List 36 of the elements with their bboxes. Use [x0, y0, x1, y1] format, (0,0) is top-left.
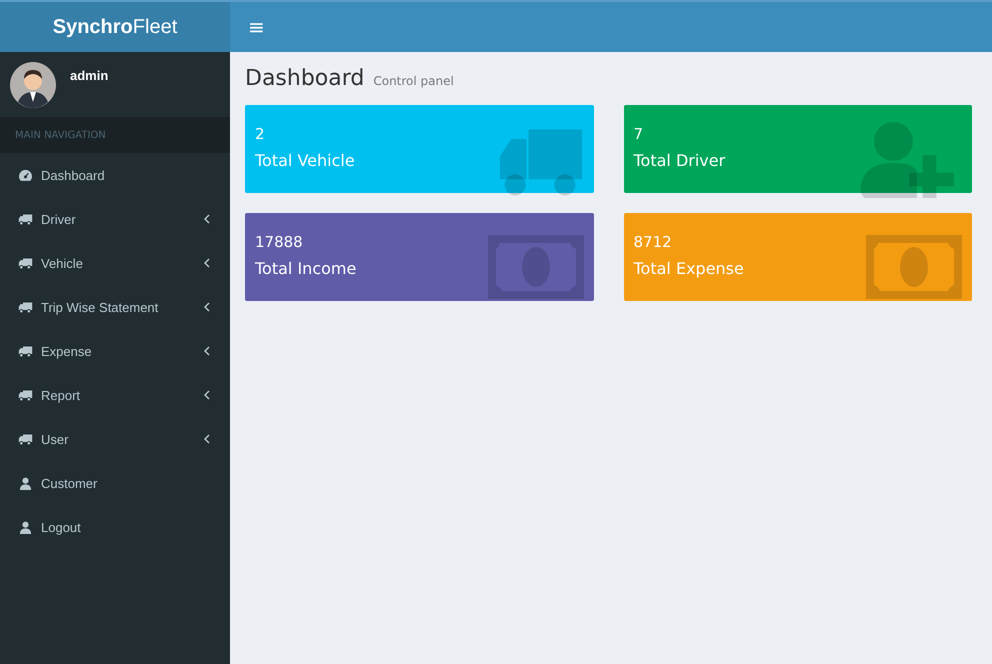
truck-icon: [18, 344, 33, 358]
truck-icon: [18, 256, 33, 270]
stat-label: Total Driver: [634, 151, 726, 170]
nav-item[interactable]: Report: [0, 373, 230, 417]
nav-item[interactable]: Vehicle: [0, 241, 230, 285]
truck-icon: [18, 300, 33, 314]
app-logo[interactable]: SynchroFleet: [0, 2, 230, 52]
truck-icon: [18, 432, 33, 446]
truck-icon: [18, 212, 33, 226]
page-subtitle: Control panel: [373, 74, 454, 88]
menu-button[interactable]: ≡: [240, 17, 273, 37]
user-icon: [18, 520, 33, 534]
truck-icon: [498, 127, 584, 197]
gauge-icon: [18, 168, 33, 182]
nav-item[interactable]: Logout: [0, 505, 230, 549]
page-title: Dashboard: [245, 66, 364, 91]
stat-value: 7: [634, 125, 644, 143]
nav-item[interactable]: Dashboard: [0, 153, 230, 197]
stat-label: Total Income: [255, 259, 358, 278]
stat-label: Total Vehicle: [255, 151, 356, 170]
stat-value: 8712: [634, 233, 673, 251]
nav-item[interactable]: User: [0, 417, 230, 461]
banknote-icon: [488, 235, 584, 299]
truck-icon: [18, 388, 33, 402]
avatar-icon: [10, 62, 56, 108]
nav-item[interactable]: Driver: [0, 197, 230, 241]
nav-item[interactable]: Customer: [0, 461, 230, 505]
stat-value: 17888: [255, 233, 304, 251]
nav-header: MAIN NAVIGATION: [15, 130, 106, 141]
nav-item[interactable]: Trip Wise Statement: [0, 285, 230, 329]
stat-label: Total Expense: [634, 259, 745, 278]
stat-value: 2: [255, 125, 266, 143]
user-name: admin: [70, 68, 108, 83]
banknote-icon: [866, 235, 962, 299]
user-icon: [18, 476, 33, 490]
nav-item[interactable]: Expense: [0, 329, 230, 373]
